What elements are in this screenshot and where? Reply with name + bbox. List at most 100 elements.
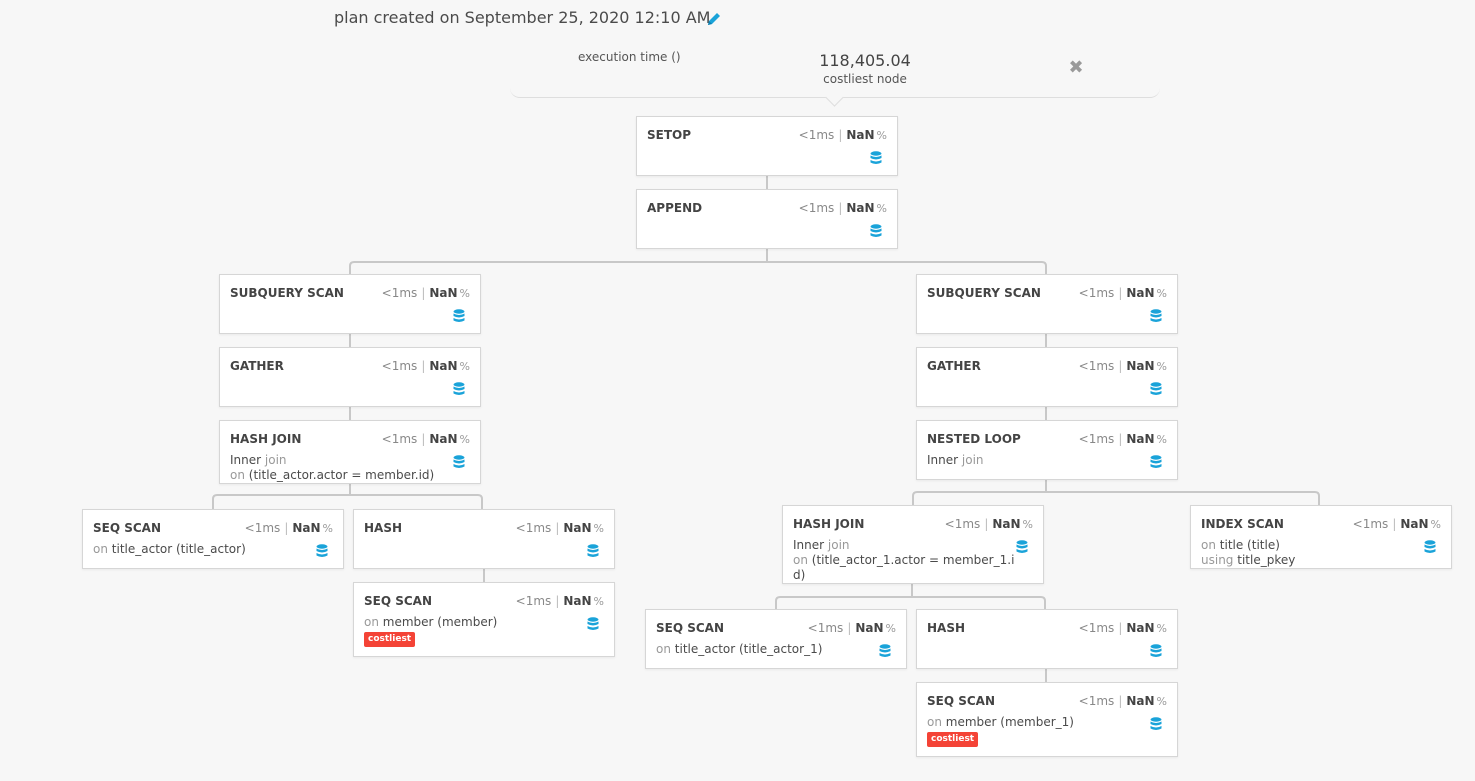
- node-pct-unit: %: [593, 522, 604, 535]
- using-word: using: [1201, 553, 1234, 567]
- node-stats: <1ms | NaN%: [515, 521, 604, 535]
- node-time: <1ms: [515, 521, 552, 535]
- node-pct: NaN: [846, 201, 875, 215]
- node-title: HASH: [927, 621, 966, 635]
- relation-name: title_actor (title_actor): [111, 542, 246, 556]
- join-condition: (title_actor.actor = member.id): [248, 468, 435, 482]
- plan-node-seq-scan-costliest[interactable]: SEQ SCAN <1ms | NaN% on member (member) co…: [353, 582, 615, 657]
- plan-node-index-scan[interactable]: INDEX SCAN <1ms | NaN% on title (title) us…: [1190, 505, 1452, 569]
- on-word: on: [793, 553, 808, 567]
- on-word: on: [927, 715, 942, 729]
- node-title: INDEX SCAN: [1201, 517, 1284, 531]
- node-stats: <1ms | NaN%: [1078, 359, 1167, 373]
- node-stats: <1ms | NaN%: [1352, 517, 1441, 531]
- node-pct-unit: %: [1022, 518, 1033, 531]
- node-time: <1ms: [1078, 694, 1115, 708]
- node-stats: <1ms | NaN%: [515, 594, 604, 608]
- node-stats: <1ms | NaN%: [1078, 621, 1167, 635]
- node-title: SEQ SCAN: [364, 594, 432, 608]
- plan-node-append[interactable]: APPEND <1ms | NaN%: [636, 189, 898, 249]
- on-word: on: [364, 615, 379, 629]
- join-type: Inner: [793, 538, 825, 552]
- node-pct-unit: %: [593, 595, 604, 608]
- join-word: join: [827, 538, 850, 552]
- node-pct: NaN: [855, 621, 884, 635]
- plan-node-hash-join[interactable]: HASH JOIN <1ms | NaN% Inner join on (title…: [782, 505, 1044, 584]
- node-pct: NaN: [1126, 694, 1155, 708]
- plan-node-gather[interactable]: GATHER <1ms | NaN%: [916, 347, 1178, 407]
- node-time: <1ms: [244, 521, 281, 535]
- plan-node-hash[interactable]: HASH <1ms | NaN%: [353, 509, 615, 569]
- plan-node-gather[interactable]: GATHER <1ms | NaN%: [219, 347, 481, 407]
- node-title: HASH JOIN: [793, 517, 865, 531]
- plan-node-subquery-scan[interactable]: SUBQUERY SCAN <1ms | NaN%: [219, 274, 481, 334]
- node-pct: NaN: [429, 432, 458, 446]
- node-pct-unit: %: [876, 129, 887, 142]
- node-pct-unit: %: [459, 287, 470, 300]
- plan-node-seq-scan[interactable]: SEQ SCAN <1ms | NaN% on title_actor (title…: [645, 609, 907, 669]
- node-pct: NaN: [1126, 359, 1155, 373]
- node-time: <1ms: [381, 432, 418, 446]
- node-stats: <1ms | NaN%: [381, 359, 470, 373]
- costliest-badge: costliest: [927, 732, 979, 747]
- database-icon: [587, 617, 599, 630]
- node-pct: NaN: [563, 594, 592, 608]
- node-stats: <1ms | NaN%: [798, 128, 887, 142]
- node-stats: <1ms | NaN%: [1078, 432, 1167, 446]
- database-icon: [1150, 382, 1162, 395]
- node-detail: on title_actor (title_actor_1): [656, 642, 822, 657]
- node-detail: Inner join: [927, 453, 984, 468]
- node-title: SUBQUERY SCAN: [230, 286, 344, 300]
- node-pct-unit: %: [1156, 360, 1167, 373]
- node-detail: on member (member_1): [927, 715, 1074, 730]
- node-title: GATHER: [230, 359, 284, 373]
- node-detail: on title_actor (title_actor): [93, 542, 246, 557]
- on-word: on: [1201, 538, 1216, 552]
- node-stats: <1ms | NaN%: [798, 201, 887, 215]
- node-time: <1ms: [798, 128, 835, 142]
- node-pct-unit: %: [459, 360, 470, 373]
- relation-name: title_actor (title_actor_1): [674, 642, 823, 656]
- node-pct-unit: %: [1156, 287, 1167, 300]
- join-word: join: [961, 453, 984, 467]
- node-stats: <1ms | NaN%: [244, 521, 333, 535]
- node-pct: NaN: [1126, 621, 1155, 635]
- plan-node-nested-loop[interactable]: NESTED LOOP <1ms | NaN% Inner join: [916, 420, 1178, 480]
- node-time: <1ms: [1078, 621, 1115, 635]
- database-icon: [453, 455, 465, 468]
- node-pct-unit: %: [322, 522, 333, 535]
- database-icon: [453, 309, 465, 322]
- node-time: <1ms: [798, 201, 835, 215]
- node-pct: NaN: [1126, 432, 1155, 446]
- node-title: SEQ SCAN: [927, 694, 995, 708]
- database-icon: [1150, 455, 1162, 468]
- database-icon: [587, 544, 599, 557]
- join-type: Inner: [927, 453, 959, 467]
- node-pct: NaN: [1400, 517, 1429, 531]
- plan-node-seq-scan-costliest[interactable]: SEQ SCAN <1ms | NaN% on member (member_1) …: [916, 682, 1178, 757]
- node-title: APPEND: [647, 201, 703, 215]
- node-pct: NaN: [1126, 286, 1155, 300]
- plan-node-setop[interactable]: SETOP <1ms | NaN%: [636, 116, 898, 176]
- on-word: on: [656, 642, 671, 656]
- node-title: SETOP: [647, 128, 692, 142]
- database-icon: [870, 224, 882, 237]
- node-pct: NaN: [992, 517, 1021, 531]
- database-icon: [1424, 540, 1436, 553]
- on-word: on: [93, 542, 108, 556]
- join-type: Inner: [230, 453, 262, 467]
- relation-name: member (member_1): [945, 715, 1074, 729]
- node-detail: on title (title) using title_pkey: [1201, 538, 1295, 568]
- node-detail: Inner join on (title_actor_1.actor = mem…: [793, 538, 1014, 583]
- node-pct-unit: %: [876, 202, 887, 215]
- join-condition: (title_actor_1.actor = member_1.i: [811, 553, 1015, 567]
- plan-node-hash-join[interactable]: HASH JOIN <1ms | NaN% Inner join on (title…: [219, 420, 481, 484]
- node-pct-unit: %: [459, 433, 470, 446]
- node-title: HASH: [364, 521, 403, 535]
- database-icon: [1150, 309, 1162, 322]
- database-icon: [1016, 540, 1028, 553]
- node-detail: Inner join on (title_actor.actor = membe…: [230, 453, 434, 483]
- plan-node-seq-scan[interactable]: SEQ SCAN <1ms | NaN% on title_actor (title…: [82, 509, 344, 569]
- plan-node-subquery-scan[interactable]: SUBQUERY SCAN <1ms | NaN%: [916, 274, 1178, 334]
- plan-node-hash[interactable]: HASH <1ms | NaN%: [916, 609, 1178, 669]
